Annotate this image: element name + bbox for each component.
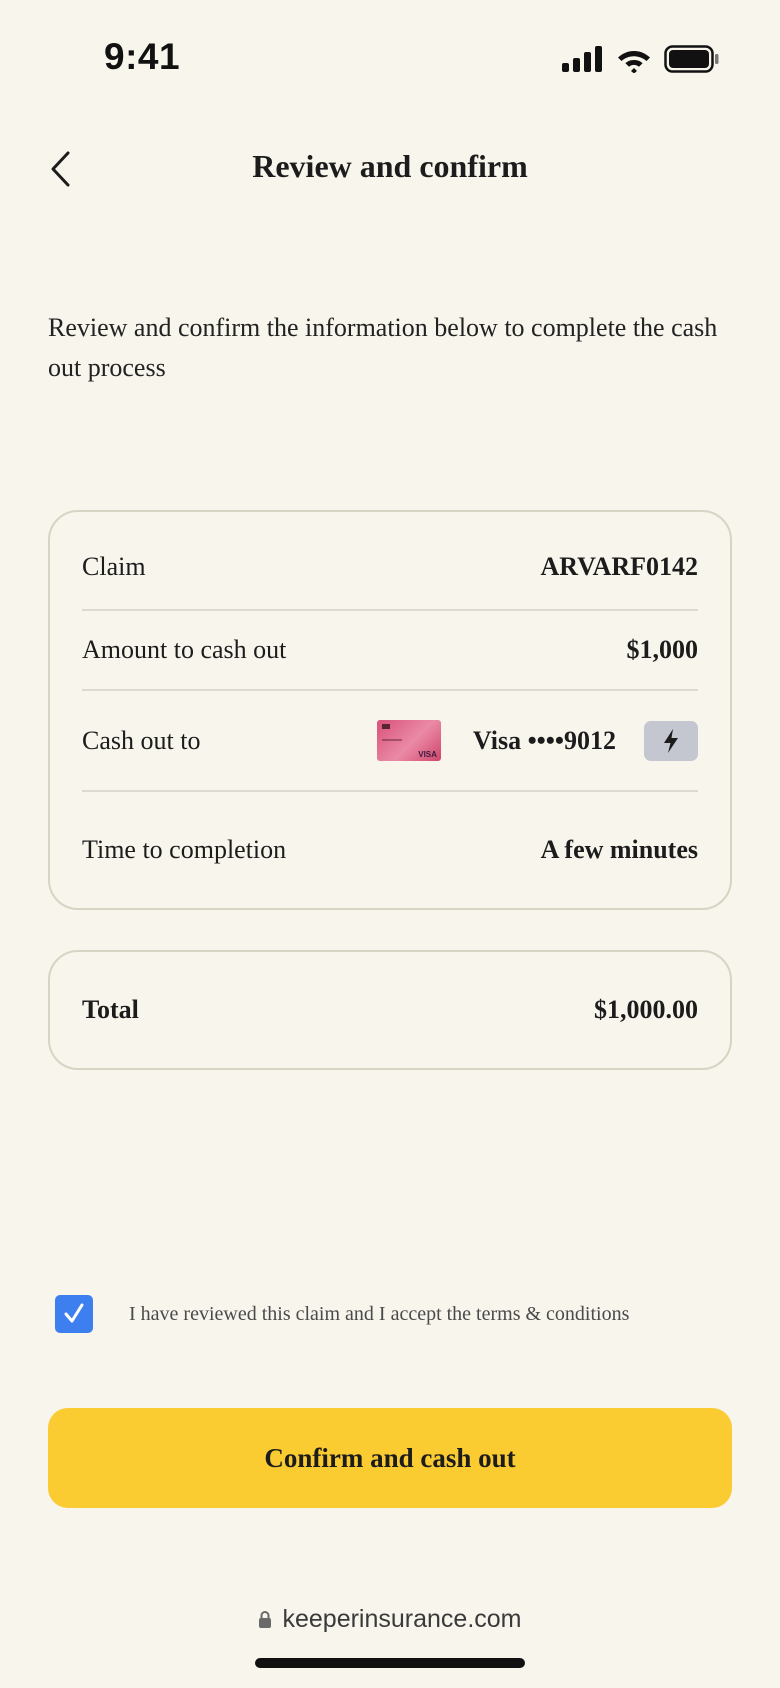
completion-label: Time to completion	[82, 835, 287, 864]
checkmark-icon	[64, 1303, 84, 1323]
total-value: $1,000.00	[594, 995, 698, 1024]
details-card: Claim ARVARF0142 Amount to cash out $1,0…	[48, 510, 732, 910]
status-icons	[562, 44, 720, 74]
cashout-row[interactable]: Cash out to VISA Visa ••••9012	[82, 691, 698, 792]
header: Review and confirm	[0, 140, 780, 200]
completion-value: A few minutes	[540, 835, 698, 864]
amount-row: Amount to cash out $1,000	[82, 611, 698, 691]
status-time: 9:41	[104, 36, 181, 77]
cashout-label: Cash out to	[82, 725, 201, 755]
cashout-method[interactable]: VISA Visa ••••9012	[376, 720, 698, 761]
browser-url-bar[interactable]: keeperinsurance.com	[0, 1602, 780, 1636]
battery-icon	[664, 45, 719, 73]
lightning-bolt-icon	[664, 728, 678, 753]
claim-label: Claim	[82, 551, 146, 581]
page-title: Review and confirm	[252, 148, 528, 184]
card-label: Visa ••••9012	[472, 725, 616, 755]
terms-checkbox[interactable]	[55, 1295, 93, 1333]
card-thumbnail: VISA	[376, 720, 441, 761]
terms-text: I have reviewed this claim and I accept …	[129, 1302, 630, 1325]
url-text: keeperinsurance.com	[282, 1604, 522, 1633]
signal-icon	[562, 46, 602, 72]
intro-text: Review and confirm the information below…	[48, 313, 718, 382]
claim-value: ARVARF0142	[540, 551, 699, 581]
completion-row: Time to completion A few minutes	[82, 792, 698, 908]
claim-row: Claim ARVARF0142	[82, 512, 698, 611]
card-holder-line	[381, 739, 402, 741]
status-bar: 9:41	[0, 0, 780, 110]
lock-icon	[259, 1611, 272, 1628]
card-brand-mark: VISA	[418, 750, 437, 759]
amount-label: Amount to cash out	[82, 635, 287, 664]
wifi-icon	[618, 51, 650, 73]
instant-badge	[644, 720, 698, 761]
confirm-cash-out-button[interactable]: Confirm and cash out	[48, 1408, 732, 1508]
total-label: Total	[82, 995, 139, 1024]
bank-logo-icon	[381, 724, 390, 729]
amount-value: $1,000	[626, 635, 699, 664]
total-card: Total $1,000.00	[48, 950, 732, 1070]
home-indicator[interactable]	[255, 1658, 525, 1668]
terms-row: I have reviewed this claim and I accept …	[55, 1294, 745, 1334]
